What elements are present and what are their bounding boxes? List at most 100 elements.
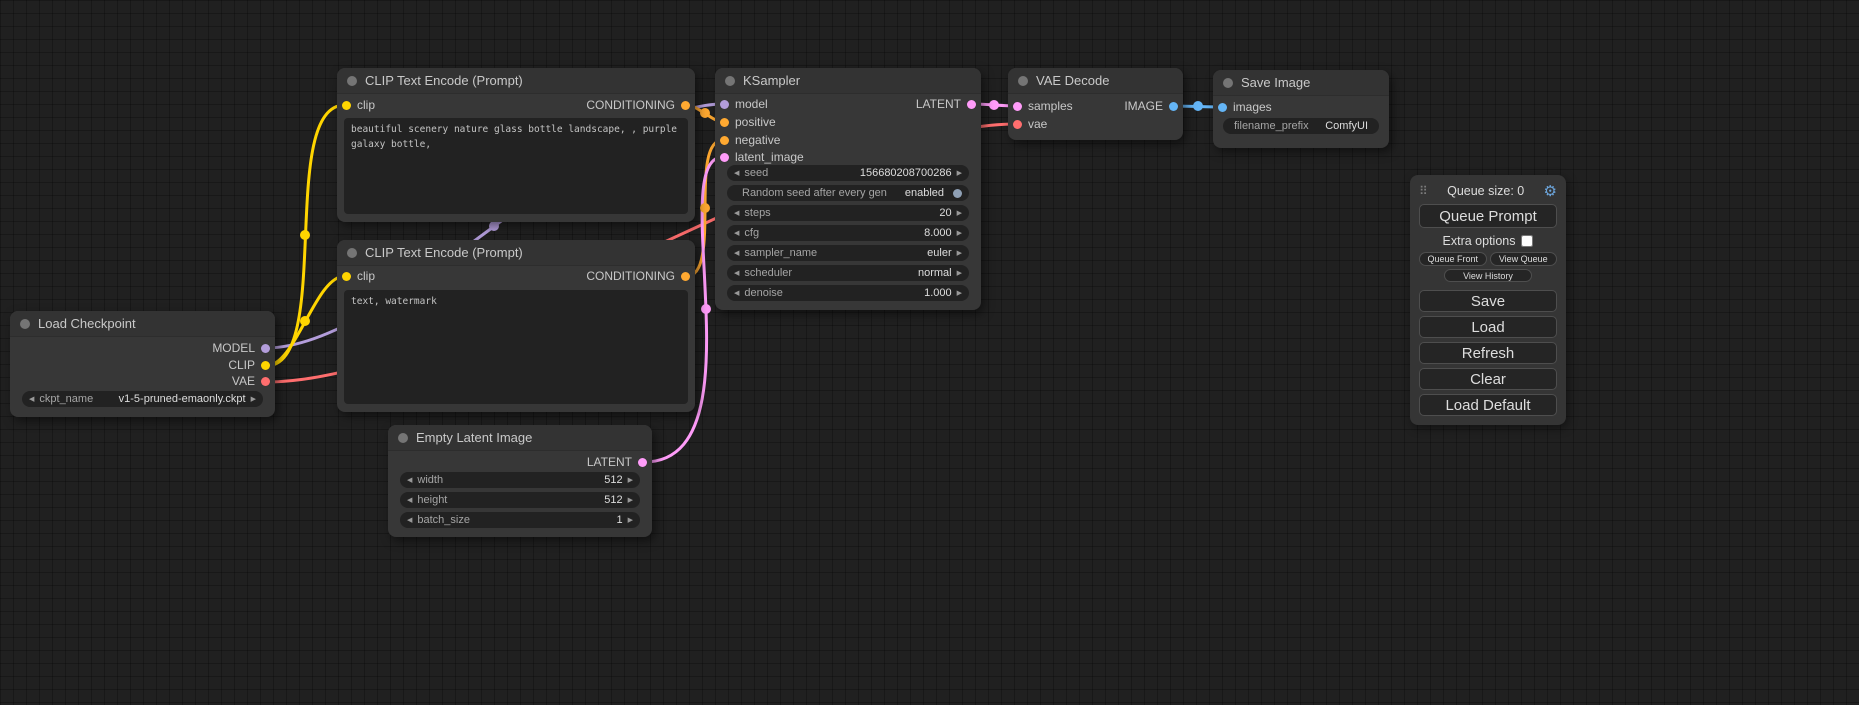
image-output-port[interactable]	[1169, 102, 1178, 111]
increment-arrow-icon[interactable]: ▶	[957, 249, 962, 257]
random-seed-toggle-widget[interactable]: Random seed after every gen enabled	[727, 185, 969, 201]
increment-arrow-icon[interactable]: ▶	[628, 476, 633, 484]
collapse-dot-icon[interactable]	[347, 248, 357, 258]
clear-button[interactable]: Clear	[1419, 368, 1557, 390]
seed-widget[interactable]: ◀ seed 156680208700286 ▶	[727, 165, 969, 181]
slot-label: LATENT	[587, 455, 632, 469]
images-input-port[interactable]	[1218, 103, 1227, 112]
decrement-arrow-icon[interactable]: ◀	[407, 496, 412, 504]
decrement-arrow-icon[interactable]: ◀	[734, 249, 739, 257]
increment-arrow-icon[interactable]: ▶	[957, 229, 962, 237]
positive-input-port[interactable]	[720, 118, 729, 127]
collapse-dot-icon[interactable]	[1223, 78, 1233, 88]
save-button[interactable]: Save	[1419, 290, 1557, 312]
node-title-bar[interactable]: CLIP Text Encode (Prompt)	[337, 68, 695, 94]
model-input-port[interactable]	[720, 100, 729, 109]
widget-value: 156680208700286	[860, 167, 952, 179]
queue-prompt-button[interactable]: Queue Prompt	[1419, 204, 1557, 228]
sampler-name-widget[interactable]: ◀ sampler_name euler ▶	[727, 245, 969, 261]
link-midpoint-dot	[989, 100, 999, 110]
settings-gear-icon[interactable]: ⚙	[1544, 182, 1557, 200]
view-queue-button[interactable]: View Queue	[1490, 252, 1558, 266]
node-title-bar[interactable]: Save Image	[1213, 70, 1389, 96]
collapse-dot-icon[interactable]	[725, 76, 735, 86]
link-midpoint-dot	[700, 108, 710, 118]
node-title-bar[interactable]: CLIP Text Encode (Prompt)	[337, 240, 695, 266]
node-title-bar[interactable]: VAE Decode	[1008, 68, 1183, 94]
collapse-dot-icon[interactable]	[20, 319, 30, 329]
increment-arrow-icon[interactable]: ▶	[957, 289, 962, 297]
conditioning-output-port[interactable]	[681, 101, 690, 110]
extra-options-checkbox[interactable]	[1521, 235, 1533, 247]
node-clip-text-encode-positive[interactable]: CLIP Text Encode (Prompt) clip CONDITION…	[337, 68, 695, 222]
negative-prompt-textarea[interactable]: text, watermark	[344, 290, 688, 404]
latent-output-port[interactable]	[638, 458, 647, 467]
view-history-button[interactable]: View History	[1444, 269, 1532, 282]
increment-arrow-icon[interactable]: ▶	[628, 496, 633, 504]
increment-arrow-icon[interactable]: ▶	[251, 395, 256, 403]
decrement-arrow-icon[interactable]: ◀	[407, 516, 412, 524]
refresh-button[interactable]: Refresh	[1419, 342, 1557, 364]
increment-arrow-icon[interactable]: ▶	[957, 209, 962, 217]
load-default-button[interactable]: Load Default	[1419, 394, 1557, 416]
width-widget[interactable]: ◀ width 512 ▶	[400, 472, 640, 488]
widget-value: enabled	[905, 187, 944, 199]
collapse-dot-icon[interactable]	[347, 76, 357, 86]
input-slot-clip: clip	[342, 269, 375, 283]
node-title-bar[interactable]: Empty Latent Image	[388, 425, 652, 451]
node-title: CLIP Text Encode (Prompt)	[365, 73, 523, 88]
decrement-arrow-icon[interactable]: ◀	[734, 269, 739, 277]
ckpt-name-widget[interactable]: ◀ ckpt_name v1-5-pruned-emaonly.ckpt ▶	[22, 391, 263, 407]
vae-input-port[interactable]	[1013, 120, 1022, 129]
conditioning-output-port[interactable]	[681, 272, 690, 281]
filename-prefix-widget[interactable]: filename_prefix ComfyUI	[1223, 118, 1379, 134]
latent-image-input-port[interactable]	[720, 153, 729, 162]
collapse-dot-icon[interactable]	[1018, 76, 1028, 86]
scheduler-widget[interactable]: ◀ scheduler normal ▶	[727, 265, 969, 281]
height-widget[interactable]: ◀ height 512 ▶	[400, 492, 640, 508]
node-title-bar[interactable]: KSampler	[715, 68, 981, 94]
clip-input-port[interactable]	[342, 101, 351, 110]
negative-input-port[interactable]	[720, 136, 729, 145]
slot-label: model	[735, 97, 768, 111]
load-button[interactable]: Load	[1419, 316, 1557, 338]
collapse-dot-icon[interactable]	[398, 433, 408, 443]
steps-widget[interactable]: ◀ steps 20 ▶	[727, 205, 969, 221]
decrement-arrow-icon[interactable]: ◀	[407, 476, 412, 484]
clip-input-port[interactable]	[342, 272, 351, 281]
samples-input-port[interactable]	[1013, 102, 1022, 111]
vae-output-port[interactable]	[261, 377, 270, 386]
model-output-port[interactable]	[261, 344, 270, 353]
widget-value: 512	[604, 474, 622, 486]
decrement-arrow-icon[interactable]: ◀	[734, 209, 739, 217]
increment-arrow-icon[interactable]: ▶	[628, 516, 633, 524]
batch-size-widget[interactable]: ◀ batch_size 1 ▶	[400, 512, 640, 528]
node-title-bar[interactable]: Load Checkpoint	[10, 311, 275, 337]
toggle-dot-icon[interactable]	[953, 189, 962, 198]
increment-arrow-icon[interactable]: ▶	[957, 169, 962, 177]
queue-front-button[interactable]: Queue Front	[1419, 252, 1487, 266]
latent-output-port[interactable]	[967, 100, 976, 109]
decrement-arrow-icon[interactable]: ◀	[29, 395, 34, 403]
node-vae-decode[interactable]: VAE Decode samples vae IMAGE	[1008, 68, 1183, 140]
node-save-image[interactable]: Save Image images filename_prefix ComfyU…	[1213, 70, 1389, 148]
denoise-widget[interactable]: ◀ denoise 1.000 ▶	[727, 285, 969, 301]
clip-output-port[interactable]	[261, 361, 270, 370]
node-load-checkpoint[interactable]: Load Checkpoint MODEL CLIP VAE ◀ ckpt_na…	[10, 311, 275, 417]
output-slot-latent: LATENT	[587, 455, 647, 469]
cfg-widget[interactable]: ◀ cfg 8.000 ▶	[727, 225, 969, 241]
decrement-arrow-icon[interactable]: ◀	[734, 229, 739, 237]
decrement-arrow-icon[interactable]: ◀	[734, 289, 739, 297]
input-slot-vae: vae	[1013, 117, 1047, 131]
positive-prompt-textarea[interactable]: beautiful scenery nature glass bottle la…	[344, 118, 688, 214]
widget-label: sampler_name	[744, 247, 817, 259]
decrement-arrow-icon[interactable]: ◀	[734, 169, 739, 177]
node-clip-text-encode-negative[interactable]: CLIP Text Encode (Prompt) clip CONDITION…	[337, 240, 695, 412]
extra-options-label: Extra options	[1443, 234, 1516, 248]
increment-arrow-icon[interactable]: ▶	[957, 269, 962, 277]
link-midpoint-dot	[300, 316, 310, 326]
node-ksampler[interactable]: KSampler model positive negative latent_…	[715, 68, 981, 310]
graph-canvas[interactable]: Load Checkpoint MODEL CLIP VAE ◀ ckpt_na…	[0, 0, 1859, 705]
drag-handle-icon[interactable]: ⠿	[1419, 184, 1428, 198]
node-empty-latent-image[interactable]: Empty Latent Image LATENT ◀ width 512 ▶ …	[388, 425, 652, 537]
